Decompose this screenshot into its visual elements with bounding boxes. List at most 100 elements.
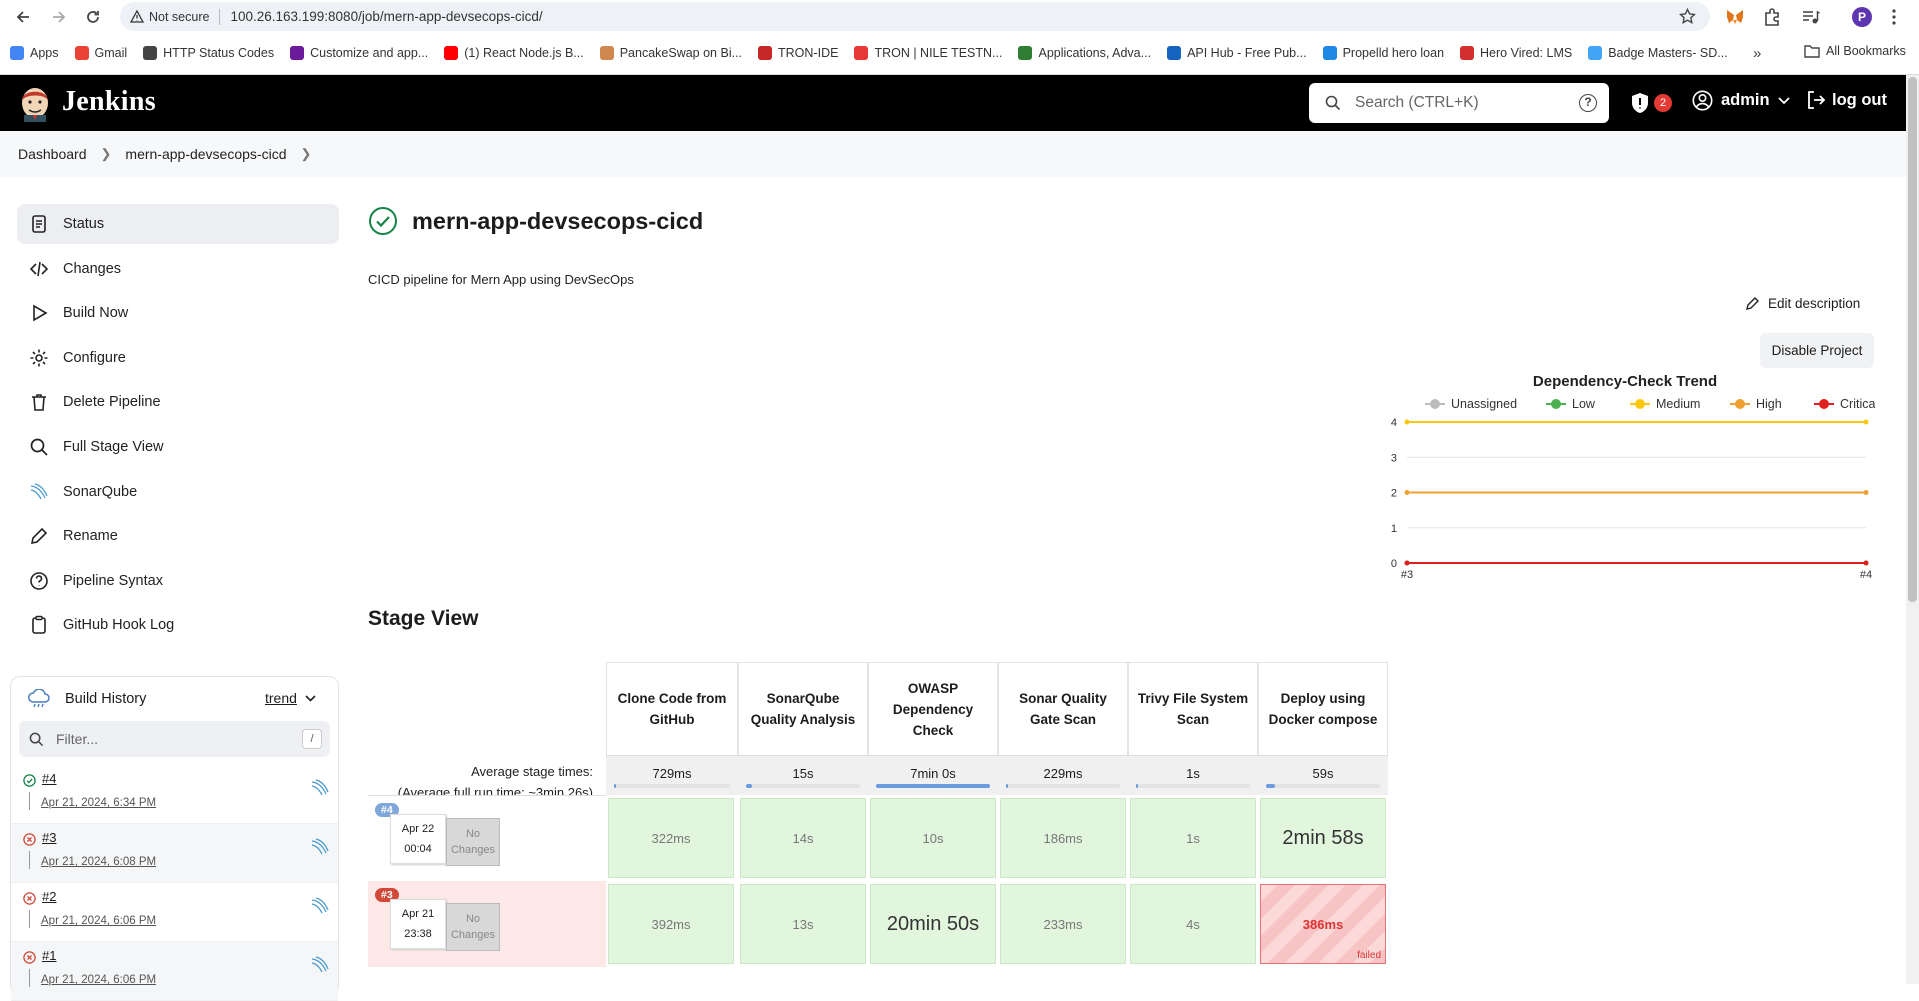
address-bar[interactable]: Not secure 100.26.163.199:8080/job/mern-…	[120, 2, 1710, 31]
bookmark-favicon-icon	[758, 46, 773, 60]
stage-cell[interactable]: 13s	[740, 884, 866, 964]
build-number-link[interactable]: #2	[42, 889, 56, 904]
code-icon	[29, 261, 49, 276]
data-point[interactable]	[1863, 419, 1869, 425]
legend-label[interactable]: Low	[1572, 397, 1596, 411]
stage-cell[interactable]: 186ms	[1000, 798, 1126, 878]
build-number-link[interactable]: #3	[42, 830, 56, 845]
sidebar-item-pipeline-syntax[interactable]: Pipeline Syntax	[17, 561, 339, 601]
build-filter-input[interactable]: Filter... /	[19, 721, 330, 757]
bookmark-item[interactable]: Hero Vired: LMS	[1460, 46, 1572, 60]
bookmark-item[interactable]: Apps	[10, 46, 59, 60]
stage-column: Trivy File System Scan 1s 1s 4s	[1128, 662, 1258, 964]
metamask-extension-icon[interactable]	[1725, 7, 1745, 27]
legend-label[interactable]: Unassigned	[1451, 397, 1517, 411]
breadcrumb-dashboard[interactable]: Dashboard	[18, 146, 87, 162]
data-point[interactable]	[1404, 490, 1410, 495]
legend-label[interactable]: Medium	[1656, 397, 1700, 411]
stage-cell[interactable]: 233ms	[1000, 884, 1126, 964]
sidebar-item-configure[interactable]: Configure	[17, 338, 339, 378]
build-row[interactable]: #1 Apr 21, 2024, 6:06 PM	[11, 942, 338, 1001]
scrollbar-thumb[interactable]	[1908, 77, 1917, 602]
sidebar-item-delete-pipeline[interactable]: Delete Pipeline	[17, 382, 339, 422]
build-date-link[interactable]: Apr 21, 2024, 6:06 PM	[41, 915, 156, 927]
not-secure-indicator[interactable]: Not secure	[130, 10, 209, 24]
y-tick-label: 4	[1391, 417, 1397, 429]
search-input[interactable]: Search (CTRL+K) ?	[1309, 83, 1609, 123]
bookmark-item[interactable]: API Hub - Free Pub...	[1167, 46, 1307, 60]
data-point[interactable]	[1863, 560, 1869, 566]
sidebar-item-build-now[interactable]: Build Now	[17, 293, 339, 333]
user-menu-button[interactable]: admin	[1692, 90, 1790, 111]
bookmark-item[interactable]: Customize and app...	[290, 46, 428, 60]
sonarqube-icon[interactable]	[311, 779, 329, 797]
trend-dropdown[interactable]: trend	[265, 690, 316, 706]
data-point[interactable]	[1404, 560, 1410, 566]
stage-cell[interactable]: 392ms	[608, 884, 734, 964]
build-row[interactable]: #2 Apr 21, 2024, 6:06 PM	[11, 883, 338, 942]
search-help-icon[interactable]: ?	[1579, 94, 1597, 112]
chart-y-axis: 0 1 2 3 4	[1391, 417, 1397, 570]
back-icon[interactable]	[14, 8, 32, 26]
bookmark-item[interactable]: (1) React Node.js B...	[444, 46, 584, 60]
legend-label[interactable]: High	[1756, 397, 1782, 411]
sidebar-item-status[interactable]: Status	[17, 204, 339, 244]
gear-icon	[30, 349, 48, 367]
sidebar-item-rename[interactable]: Rename	[17, 516, 339, 556]
bookmark-star-icon[interactable]	[1679, 8, 1696, 25]
data-point[interactable]	[1404, 419, 1410, 425]
stage-cell[interactable]: 4s	[1130, 884, 1256, 964]
stage-cell[interactable]: 20min 50s	[870, 884, 996, 964]
build-date-link[interactable]: Apr 21, 2024, 6:06 PM	[41, 974, 156, 986]
stage-cell[interactable]: 386ms failed	[1260, 884, 1386, 964]
stage-cell[interactable]: 14s	[740, 798, 866, 878]
sidebar-item-sonarqube[interactable]: SonarQube	[17, 472, 339, 512]
build-row[interactable]: #4 Apr 21, 2024, 6:34 PM	[11, 765, 338, 824]
stage-cell[interactable]: 10s	[870, 798, 996, 878]
legend-marker	[1551, 399, 1561, 409]
bookmark-item[interactable]: Badge Masters- SD...	[1588, 46, 1728, 60]
jenkins-title[interactable]: Jenkins	[62, 86, 156, 118]
disable-project-button[interactable]: Disable Project	[1760, 333, 1874, 368]
legend-label[interactable]: Critical	[1840, 397, 1875, 411]
all-bookmarks-button[interactable]: All Bookmarks	[1804, 44, 1906, 58]
sonarqube-icon[interactable]	[311, 897, 329, 915]
build-row[interactable]: #3 Apr 21, 2024, 6:08 PM	[11, 824, 338, 883]
build-number-link[interactable]: #4	[42, 771, 56, 786]
bookmark-item[interactable]: TRON-IDE	[758, 46, 838, 60]
reload-icon[interactable]	[84, 8, 102, 26]
media-control-icon[interactable]	[1800, 7, 1820, 27]
bookmark-item[interactable]: Propelld hero loan	[1322, 46, 1444, 60]
build-number-link[interactable]: #1	[42, 948, 56, 963]
sidebar-item-changes[interactable]: Changes	[17, 249, 339, 289]
chevron-right-icon[interactable]: ❯	[300, 146, 311, 162]
stage-cell[interactable]: 322ms	[608, 798, 734, 878]
jenkins-logo-icon[interactable]	[18, 84, 52, 122]
extensions-puzzle-icon[interactable]	[1762, 7, 1782, 27]
forward-icon[interactable]	[50, 8, 68, 26]
sonarqube-icon[interactable]	[311, 838, 329, 856]
stage-cell[interactable]: 1s	[1130, 798, 1256, 878]
logout-button[interactable]: log out	[1806, 90, 1887, 110]
profile-avatar[interactable]: P	[1852, 7, 1872, 27]
security-alerts-button[interactable]: 2	[1630, 92, 1672, 114]
build-date-link[interactable]: Apr 21, 2024, 6:34 PM	[41, 797, 156, 809]
browser-toolbar: Not secure 100.26.163.199:8080/job/mern-…	[0, 0, 1919, 34]
bookmark-item[interactable]: PancakeSwap on Bi...	[599, 46, 742, 60]
bookmark-item[interactable]: TRON | NILE TESTN...	[854, 46, 1002, 60]
breadcrumb-job[interactable]: mern-app-devsecops-cicd	[125, 146, 286, 162]
more-bookmarks-icon[interactable]: »	[1753, 45, 1761, 62]
stage-duration: 186ms	[1043, 830, 1083, 846]
sonarqube-icon[interactable]	[311, 956, 329, 974]
data-point[interactable]	[1863, 490, 1869, 495]
sidebar-item-full-stage-view[interactable]: Full Stage View	[17, 427, 339, 467]
edit-description-button[interactable]: Edit description	[1745, 296, 1860, 311]
bookmark-item[interactable]: Applications, Adva...	[1018, 46, 1151, 60]
stage-cell[interactable]: 2min 58s	[1260, 798, 1386, 878]
sidebar-item-github-hook-log[interactable]: GitHub Hook Log	[17, 605, 339, 645]
browser-menu-icon[interactable]	[1884, 7, 1904, 27]
bookmark-item[interactable]: HTTP Status Codes	[143, 46, 274, 60]
build-date-link[interactable]: Apr 21, 2024, 6:08 PM	[41, 856, 156, 868]
page-scrollbar[interactable]	[1906, 75, 1919, 984]
bookmark-item[interactable]: Gmail	[74, 46, 127, 60]
